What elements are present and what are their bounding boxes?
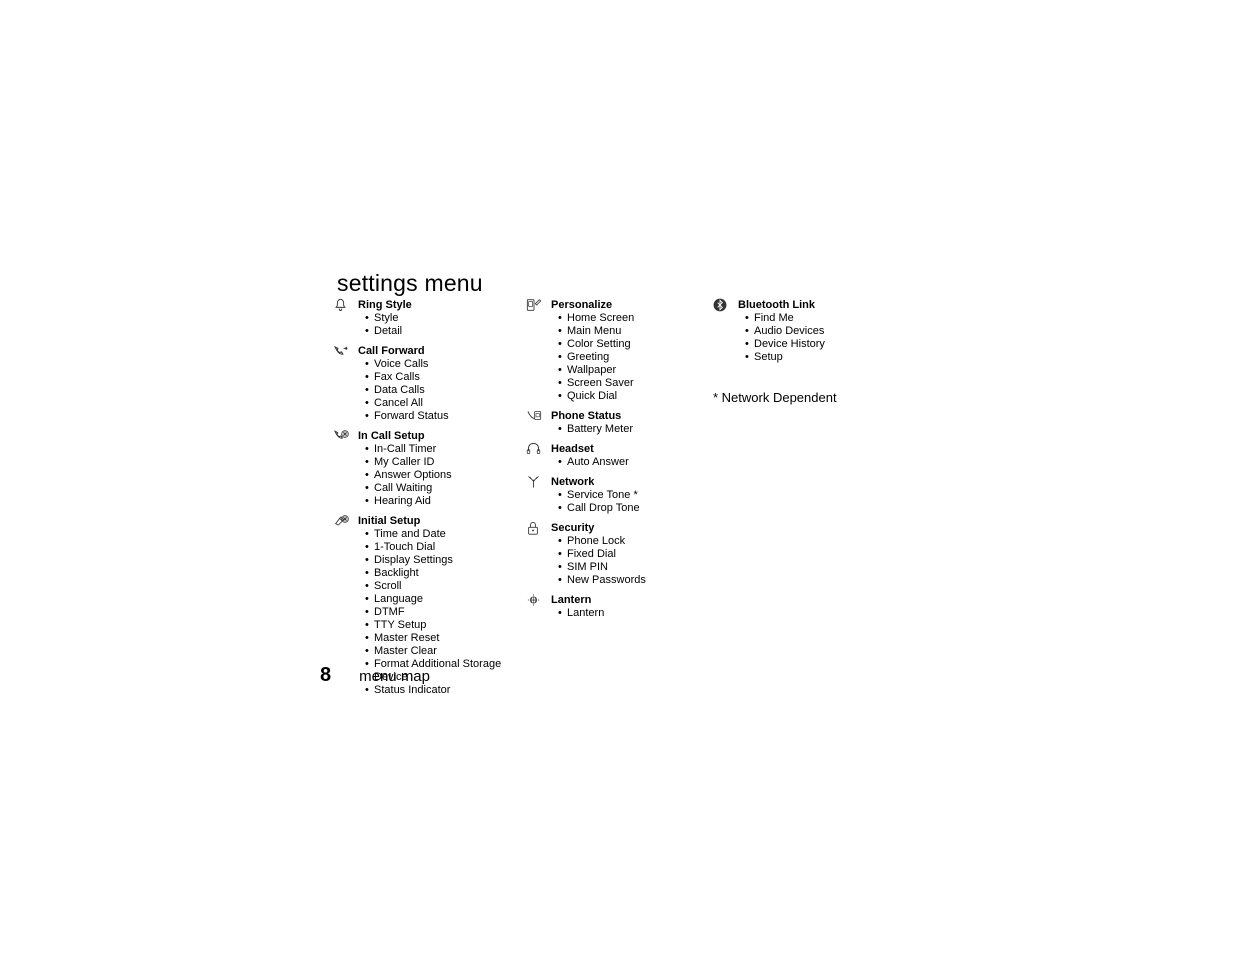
heading-lantern: Lantern	[551, 593, 713, 607]
heading-headset: Headset	[551, 442, 713, 456]
list-item: Color Setting	[558, 338, 713, 351]
list-item: Voice Calls	[365, 358, 526, 371]
list-item: Detail	[365, 325, 526, 338]
section-phone-status: Phone Status Battery Meter	[526, 409, 713, 436]
list-item: Service Tone *	[558, 489, 713, 502]
bluetooth-icon	[713, 298, 735, 364]
list-item: Cancel All	[365, 397, 526, 410]
list-item: Phone Lock	[558, 535, 713, 548]
column-3: Bluetooth Link Find Me Audio Devices Dev…	[713, 298, 913, 703]
list-item: Call Waiting	[365, 482, 526, 495]
list-item: Screen Saver	[558, 377, 713, 390]
list-item: Hearing Aid	[365, 495, 526, 508]
list-item: Time and Date	[365, 528, 526, 541]
list-item: Fax Calls	[365, 371, 526, 384]
list-item: Find Me	[745, 312, 913, 325]
list-item: Quick Dial	[558, 390, 713, 403]
list-item: Backlight	[365, 567, 526, 580]
in-call-setup-icon	[333, 429, 355, 508]
section-ring-style: Ring Style Style Detail	[333, 298, 526, 338]
list-item: DTMF	[365, 606, 526, 619]
list-item: Answer Options	[365, 469, 526, 482]
list-item: Wallpaper	[558, 364, 713, 377]
column-1: Ring Style Style Detail Call Forward Voi…	[333, 298, 526, 703]
list-item: Master Reset	[365, 632, 526, 645]
headset-icon	[526, 442, 548, 469]
page: settings menu Ring Style Style Detail	[0, 0, 1235, 954]
column-2: Personalize Home Screen Main Menu Color …	[526, 298, 713, 703]
list-item: Style	[365, 312, 526, 325]
list-item: My Caller ID	[365, 456, 526, 469]
heading-personalize: Personalize	[551, 298, 713, 312]
call-forward-icon	[333, 344, 355, 423]
personalize-icon	[526, 298, 548, 403]
network-icon	[526, 475, 548, 515]
list-item: SIM PIN	[558, 561, 713, 574]
heading-bluetooth: Bluetooth Link	[738, 298, 913, 312]
list-item: Fixed Dial	[558, 548, 713, 561]
phone-status-icon	[526, 409, 548, 436]
list-item: In-Call Timer	[365, 443, 526, 456]
list-item: Audio Devices	[745, 325, 913, 338]
section-security: Security Phone Lock Fixed Dial SIM PIN N…	[526, 521, 713, 587]
list-item: Display Settings	[365, 554, 526, 567]
page-number: 8	[320, 664, 331, 687]
section-personalize: Personalize Home Screen Main Menu Color …	[526, 298, 713, 403]
list-item: Master Clear	[365, 645, 526, 658]
section-lantern: Lantern Lantern	[526, 593, 713, 620]
list-item: Main Menu	[558, 325, 713, 338]
section-call-forward: Call Forward Voice Calls Fax Calls Data …	[333, 344, 526, 423]
list-item: TTY Setup	[365, 619, 526, 632]
heading-in-call-setup: In Call Setup	[358, 429, 526, 443]
list-item: Auto Answer	[558, 456, 713, 469]
list-item: Language	[365, 593, 526, 606]
list-item: Call Drop Tone	[558, 502, 713, 515]
section-headset: Headset Auto Answer	[526, 442, 713, 469]
list-item: Data Calls	[365, 384, 526, 397]
list-item: Lantern	[558, 607, 713, 620]
section-network: Network Service Tone * Call Drop Tone	[526, 475, 713, 515]
list-item: Battery Meter	[558, 423, 713, 436]
security-icon	[526, 521, 548, 587]
list-item: Scroll	[365, 580, 526, 593]
list-item: Forward Status	[365, 410, 526, 423]
lantern-icon	[526, 593, 548, 620]
heading-ring-style: Ring Style	[358, 298, 526, 312]
list-item: 1-Touch Dial	[365, 541, 526, 554]
list-item: Greeting	[558, 351, 713, 364]
heading-call-forward: Call Forward	[358, 344, 526, 358]
footer-label: menu map	[359, 668, 430, 685]
heading-security: Security	[551, 521, 713, 535]
list-item: Home Screen	[558, 312, 713, 325]
page-title: settings menu	[337, 270, 483, 297]
heading-initial-setup: Initial Setup	[358, 514, 526, 528]
ring-style-icon	[333, 298, 355, 338]
section-in-call-setup: In Call Setup In-Call Timer My Caller ID…	[333, 429, 526, 508]
columns: Ring Style Style Detail Call Forward Voi…	[333, 298, 913, 703]
footnote: * Network Dependent	[713, 390, 913, 405]
list-item: Device History	[745, 338, 913, 351]
heading-phone-status: Phone Status	[551, 409, 713, 423]
list-item: Setup	[745, 351, 913, 364]
footer: 8 menu map	[320, 664, 430, 687]
heading-network: Network	[551, 475, 713, 489]
section-bluetooth: Bluetooth Link Find Me Audio Devices Dev…	[713, 298, 913, 364]
list-item: New Passwords	[558, 574, 713, 587]
